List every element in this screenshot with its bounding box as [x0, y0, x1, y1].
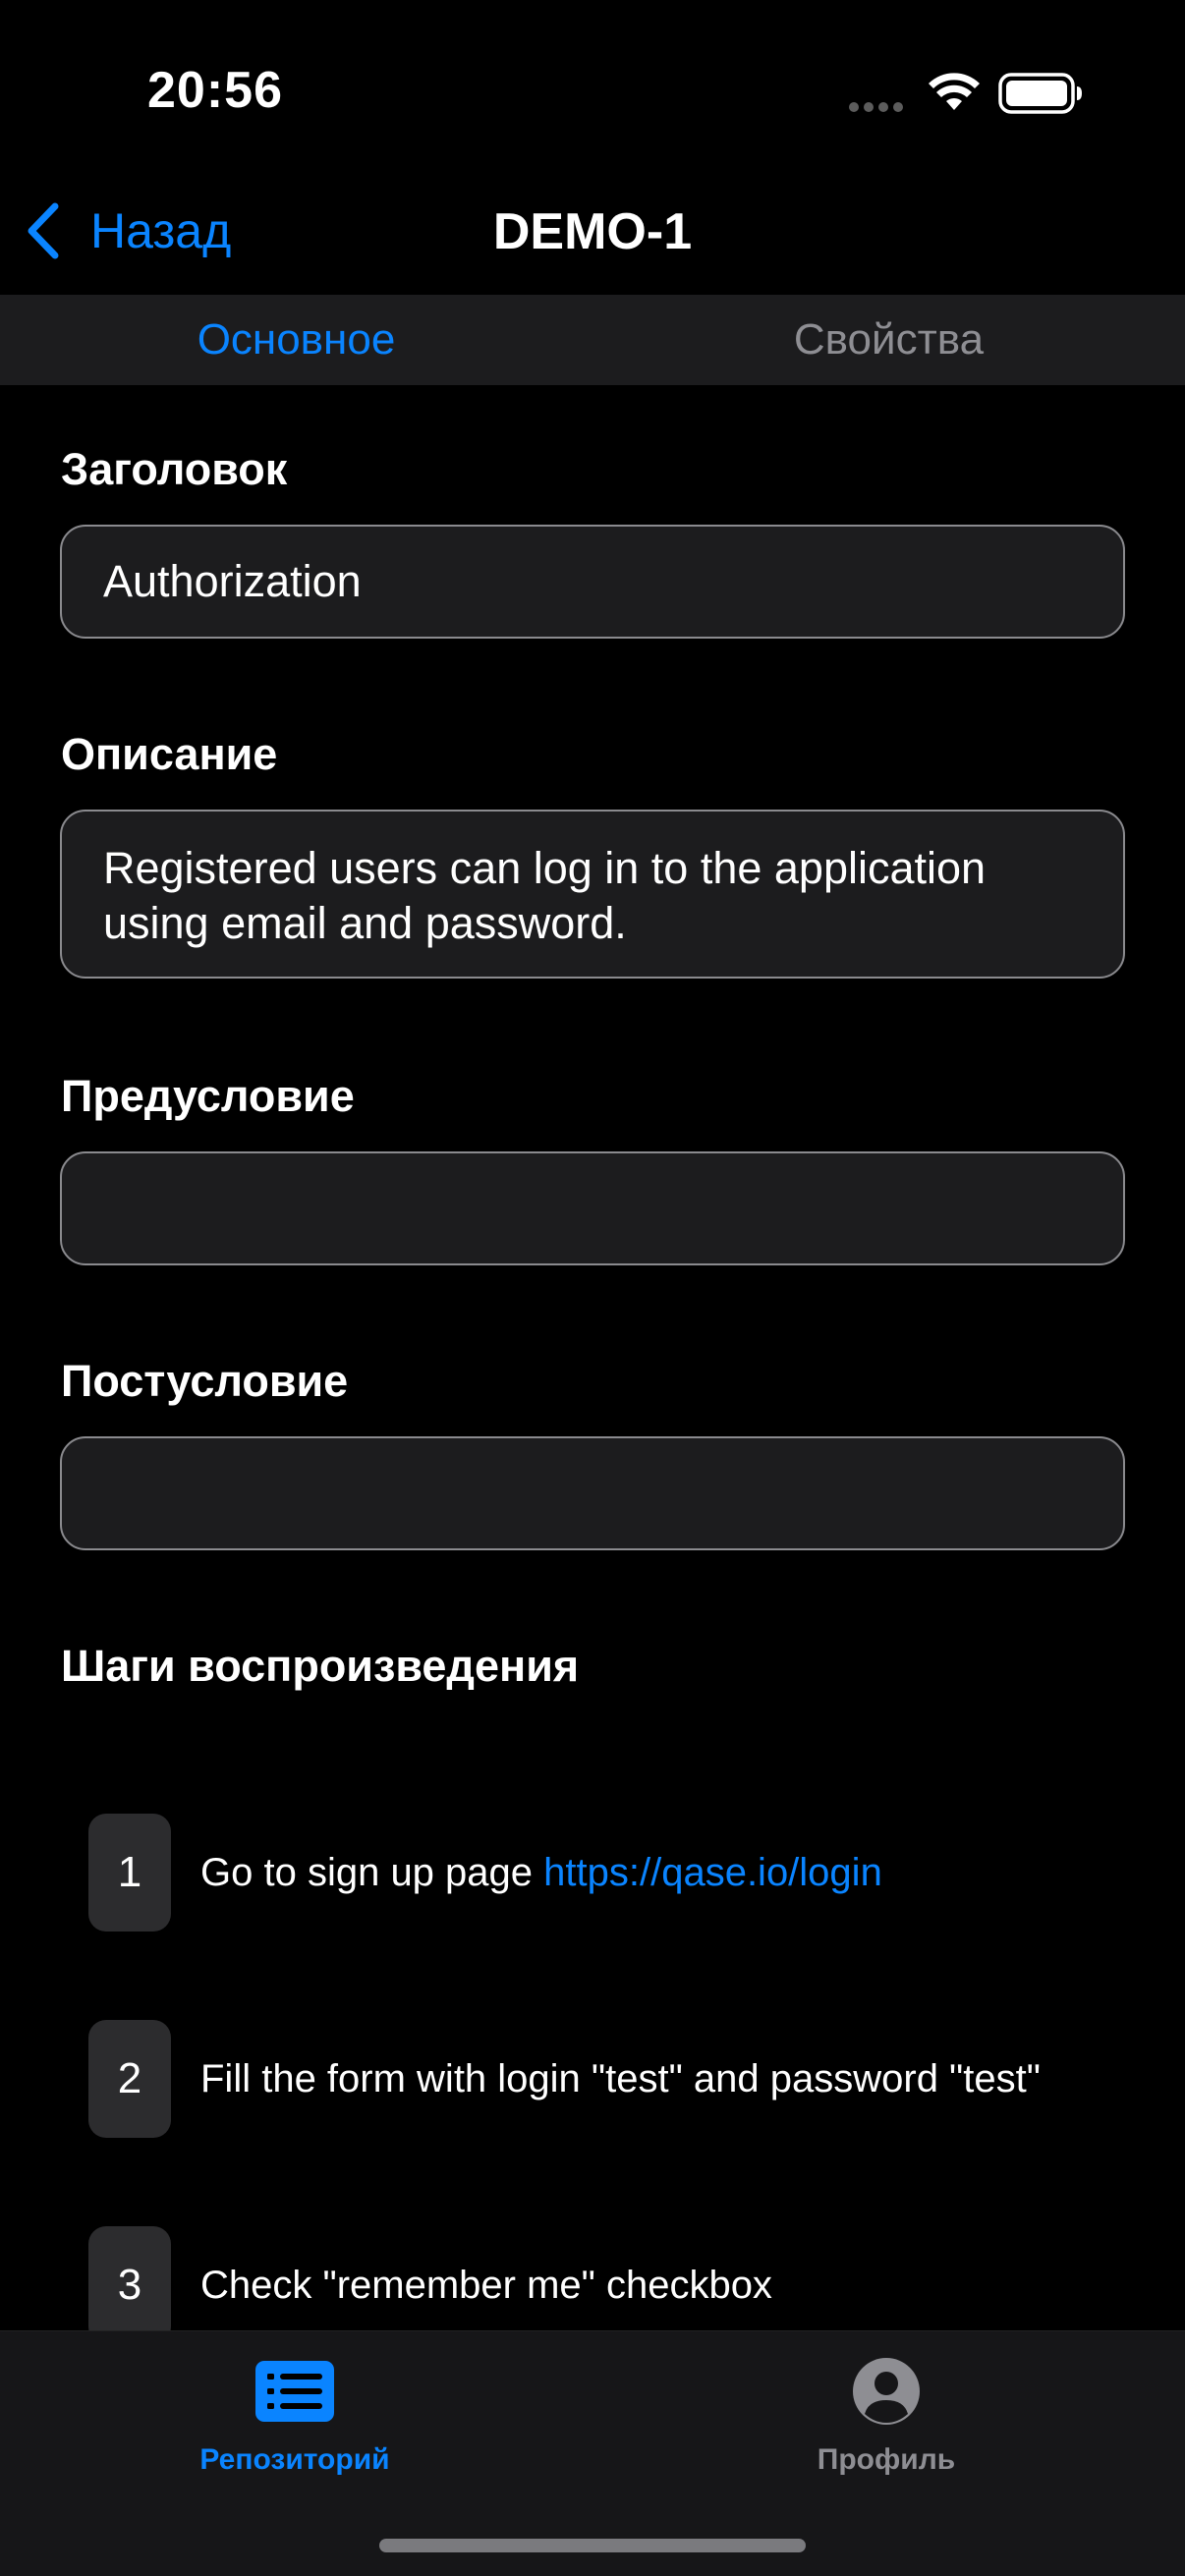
battery-icon — [998, 73, 1082, 114]
step-number: 3 — [88, 2226, 171, 2344]
step-text-content: Go to sign up page — [200, 1851, 544, 1894]
wifi-icon — [929, 73, 980, 110]
step-text: Go to sign up page https://qase.io/login — [200, 1848, 882, 1897]
step-link[interactable]: https://qase.io/login — [543, 1851, 882, 1894]
tab-properties[interactable]: Свойства — [592, 295, 1185, 385]
cellular-signal-icon — [849, 102, 904, 112]
step-text: Fill the form with login "test" and pass… — [200, 2057, 1041, 2100]
list-icon — [255, 2361, 334, 2422]
step-item[interactable]: 1 Go to sign up page https://qase.io/log… — [88, 1814, 1130, 1932]
person-circle-icon — [853, 2358, 920, 2425]
tab-main[interactable]: Основное — [0, 295, 592, 385]
tab-bar-profile[interactable]: Профиль — [739, 2357, 1034, 2477]
step-item[interactable]: 3 Check "remember me" checkbox — [88, 2226, 1130, 2344]
home-indicator — [379, 2539, 806, 2552]
title-label: Заголовок — [61, 444, 288, 494]
step-text: Check "remember me" checkbox — [200, 2264, 772, 2307]
postcondition-input[interactable] — [60, 1436, 1125, 1550]
navigation-bar: Назад DEMO-1 — [0, 167, 1185, 295]
precondition-label: Предусловие — [61, 1071, 355, 1121]
steps-heading: Шаги воспроизведения — [61, 1641, 580, 1691]
title-input[interactable] — [60, 525, 1125, 639]
segment-tabs: Основное Свойства — [0, 295, 1185, 385]
precondition-input[interactable] — [60, 1151, 1125, 1265]
status-bar: 20:56 — [0, 0, 1185, 157]
step-item[interactable]: 2 Fill the form with login "test" and pa… — [88, 2020, 1130, 2138]
description-label: Описание — [61, 729, 278, 779]
step-number: 2 — [88, 2020, 171, 2138]
status-time: 20:56 — [147, 62, 283, 119]
description-input[interactable]: Registered users can log in to the appli… — [60, 810, 1125, 979]
page-title: DEMO-1 — [492, 203, 693, 260]
tab-bar-label: Репозиторий — [199, 2443, 390, 2476]
tab-bar-repository[interactable]: Репозиторий — [147, 2357, 442, 2477]
postcondition-label: Постусловие — [61, 1356, 349, 1406]
screen: 20:56 Назад DEMO-1 Основное Свойства Заг… — [0, 0, 1185, 2576]
step-number: 1 — [88, 1814, 171, 1932]
tab-bar-label: Профиль — [817, 2443, 956, 2476]
